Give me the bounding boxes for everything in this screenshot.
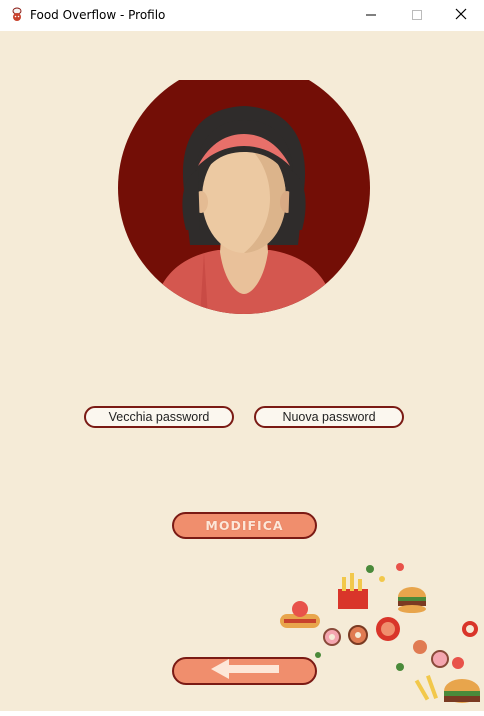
profile-panel: MODIFICA	[0, 31, 484, 711]
close-button[interactable]	[438, 0, 484, 31]
window-title: Food Overflow - Profilo	[30, 8, 166, 22]
app-icon	[9, 7, 25, 23]
maximize-button[interactable]	[394, 0, 440, 31]
maximize-icon	[412, 7, 422, 25]
minimize-icon	[366, 7, 376, 25]
food-illustration	[270, 559, 484, 711]
modifica-button[interactable]: MODIFICA	[172, 512, 317, 539]
title-bar[interactable]: Food Overflow - Profilo	[0, 0, 484, 32]
avatar	[118, 62, 370, 317]
minimize-button[interactable]	[348, 0, 394, 31]
close-icon	[455, 7, 467, 25]
old-password-field[interactable]	[84, 406, 234, 428]
new-password-field[interactable]	[254, 406, 404, 428]
